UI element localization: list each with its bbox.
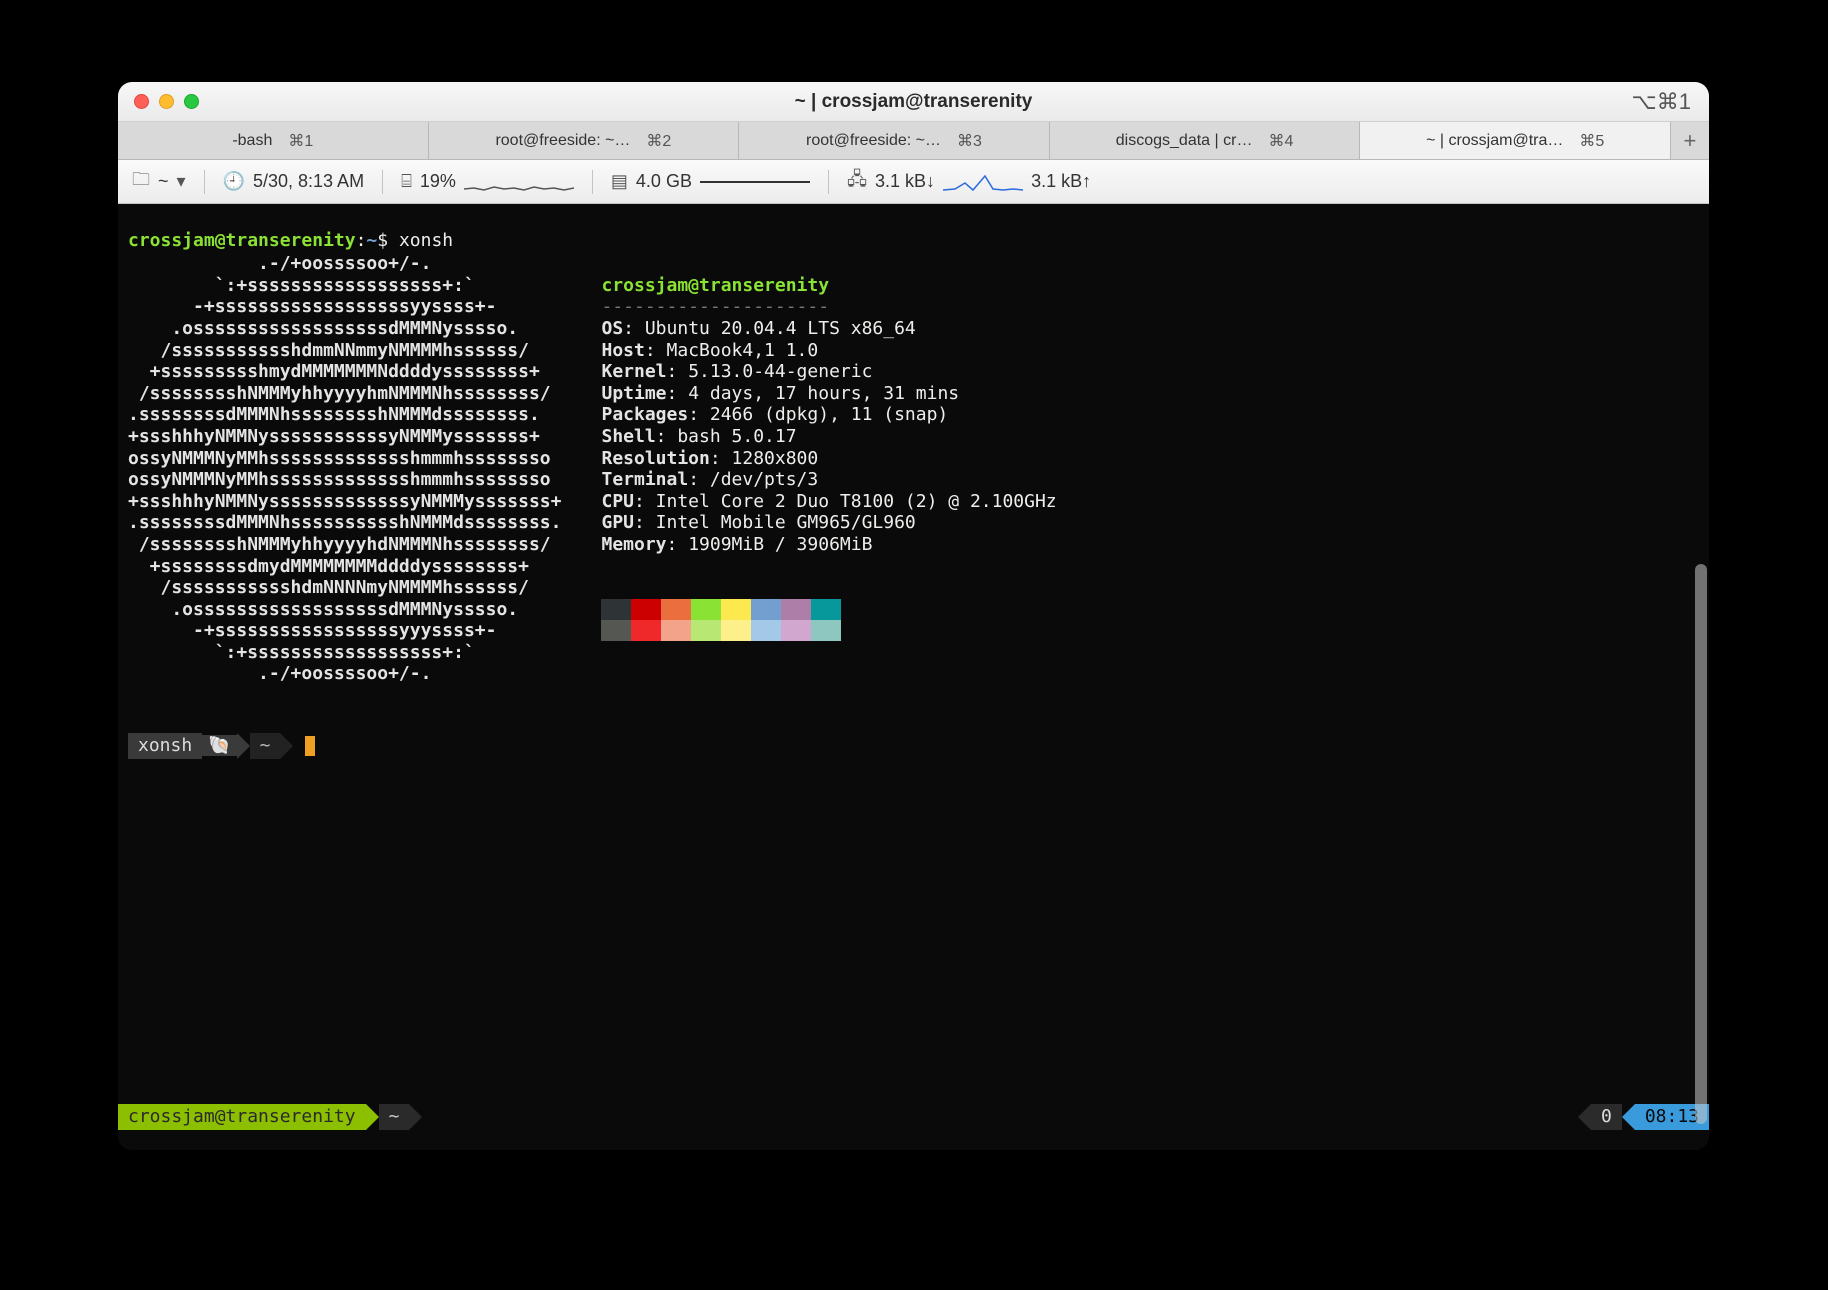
zoom-icon[interactable] <box>184 94 199 109</box>
tab-2[interactable]: root@freeside: ~… ⌘2 <box>429 122 740 159</box>
powerline-arrow-icon <box>366 1104 379 1130</box>
xonsh-cwd-seg: ~ <box>250 733 281 759</box>
cpu-icon: ⌸ <box>401 171 412 192</box>
status-cpu: ⌸ 19% <box>401 171 574 193</box>
tab-bar: -bash ⌘1 root@freeside: ~… ⌘2 root@freesid… <box>118 122 1709 160</box>
tab-shortcut: ⌘1 <box>288 131 313 151</box>
bottom-userhost: crossjam@transerenity <box>118 1104 366 1130</box>
info-header: crossjam@transerenity <box>601 275 829 296</box>
cpu-sparkline-icon <box>464 171 574 193</box>
status-net-up-label: 3.1 kB↑ <box>1031 171 1091 192</box>
info-separator: --------------------- <box>601 296 829 317</box>
swatch-row-bottom <box>601 620 1056 641</box>
minimize-icon[interactable] <box>159 94 174 109</box>
powerline-arrow-icon <box>1578 1104 1591 1130</box>
close-icon[interactable] <box>134 94 149 109</box>
xonsh-shell-seg: xonsh <box>128 733 202 759</box>
network-icon: 🖧 <box>847 167 867 197</box>
bottom-powerline: crossjam@transerenity ~ 0 08:13 <box>118 1104 1709 1130</box>
window-title: ~ | crossjam@transerenity <box>118 91 1709 113</box>
tab-shortcut: ⌘5 <box>1579 131 1604 151</box>
tab-5[interactable]: ~ | crossjam@tra… ⌘5 <box>1360 122 1671 159</box>
bottom-cwd: ~ <box>379 1104 410 1130</box>
status-clock: 🕘 5/30, 8:13 AM <box>223 171 365 192</box>
folder-icon: 🗀 <box>132 167 150 197</box>
status-bar: 🗀 ~ ▾ 🕘 5/30, 8:13 AM ⌸ 19% ▤ 4.0 GB 🖧 3… <box>118 160 1709 204</box>
traffic-lights <box>134 94 199 109</box>
bottom-exit: 0 <box>1591 1104 1622 1130</box>
powerline-arrow-icon <box>280 733 293 759</box>
tab-label: discogs_data | cr… <box>1116 132 1253 150</box>
tab-label: -bash <box>232 132 272 150</box>
window-shortcut: ⌥⌘1 <box>1631 89 1691 115</box>
tab-label: root@freeside: ~… <box>806 132 941 150</box>
swatch-row-top <box>601 599 1056 620</box>
tab-label: ~ | crossjam@tra… <box>1426 132 1563 150</box>
powerline-arrow-icon <box>409 1104 422 1130</box>
net-sparkline-icon <box>943 171 1023 193</box>
info-list: OS: Ubuntu 20.04.4 LTS x86_64 Host: MacB… <box>601 318 1056 556</box>
color-swatches <box>601 599 1056 641</box>
memory-icon: ▤ <box>611 171 628 192</box>
tab-shortcut: ⌘2 <box>646 131 671 151</box>
clock-icon: 🕘 <box>223 171 245 192</box>
status-clock-label: 5/30, 8:13 AM <box>253 171 364 192</box>
status-cpu-label: 19% <box>420 171 456 192</box>
status-folder[interactable]: 🗀 ~ ▾ <box>132 167 186 197</box>
status-net-down-label: 3.1 kB↓ <box>875 171 935 192</box>
status-folder-label: ~ <box>158 171 169 192</box>
neofetch-output: .-/+oossssoo+/-. `:+ssssssssssssssssss+:… <box>128 253 1699 685</box>
neofetch-info: crossjam@transerenity ------------------… <box>601 253 1056 685</box>
prompt-user: crossjam@transerenity <box>128 230 356 251</box>
status-net-down: 🖧 3.1 kB↓ 3.1 kB↑ <box>847 167 1091 197</box>
mem-sparkline-icon <box>700 171 810 193</box>
prompt-sep: : <box>356 230 367 251</box>
powerline-arrow-icon <box>1622 1104 1635 1130</box>
powerline-arrow-icon <box>237 733 250 759</box>
cursor-icon <box>305 736 315 756</box>
prompt-sym: $ <box>377 230 388 251</box>
tab-3[interactable]: root@freeside: ~… ⌘3 <box>739 122 1050 159</box>
titlebar: ~ | crossjam@transerenity ⌥⌘1 <box>118 82 1709 122</box>
scrollbar[interactable] <box>1695 564 1707 1124</box>
neofetch-logo: .-/+oossssoo+/-. `:+ssssssssssssssssss+:… <box>128 253 561 685</box>
terminal-content[interactable]: crossjam@transerenity:~$ xonsh .-/+oosss… <box>118 204 1709 1150</box>
tab-label: root@freeside: ~… <box>495 132 630 150</box>
prompt-command: xonsh <box>399 230 453 251</box>
tab-4[interactable]: discogs_data | cr… ⌘4 <box>1050 122 1361 159</box>
terminal-window: ~ | crossjam@transerenity ⌥⌘1 -bash ⌘1 ro… <box>118 82 1709 1150</box>
prompt-cwd: ~ <box>366 230 377 251</box>
tab-shortcut: ⌘3 <box>957 131 982 151</box>
new-tab-button[interactable]: + <box>1671 122 1709 159</box>
status-mem: ▤ 4.0 GB <box>611 171 810 193</box>
xonsh-prompt: xonsh 🐚 ~ <box>128 733 1699 759</box>
tab-1[interactable]: -bash ⌘1 <box>118 122 429 159</box>
chevron-down-icon: ▾ <box>177 171 186 192</box>
tab-shortcut: ⌘4 <box>1268 131 1293 151</box>
snail-icon: 🐚 <box>202 735 236 757</box>
status-mem-label: 4.0 GB <box>636 171 692 192</box>
